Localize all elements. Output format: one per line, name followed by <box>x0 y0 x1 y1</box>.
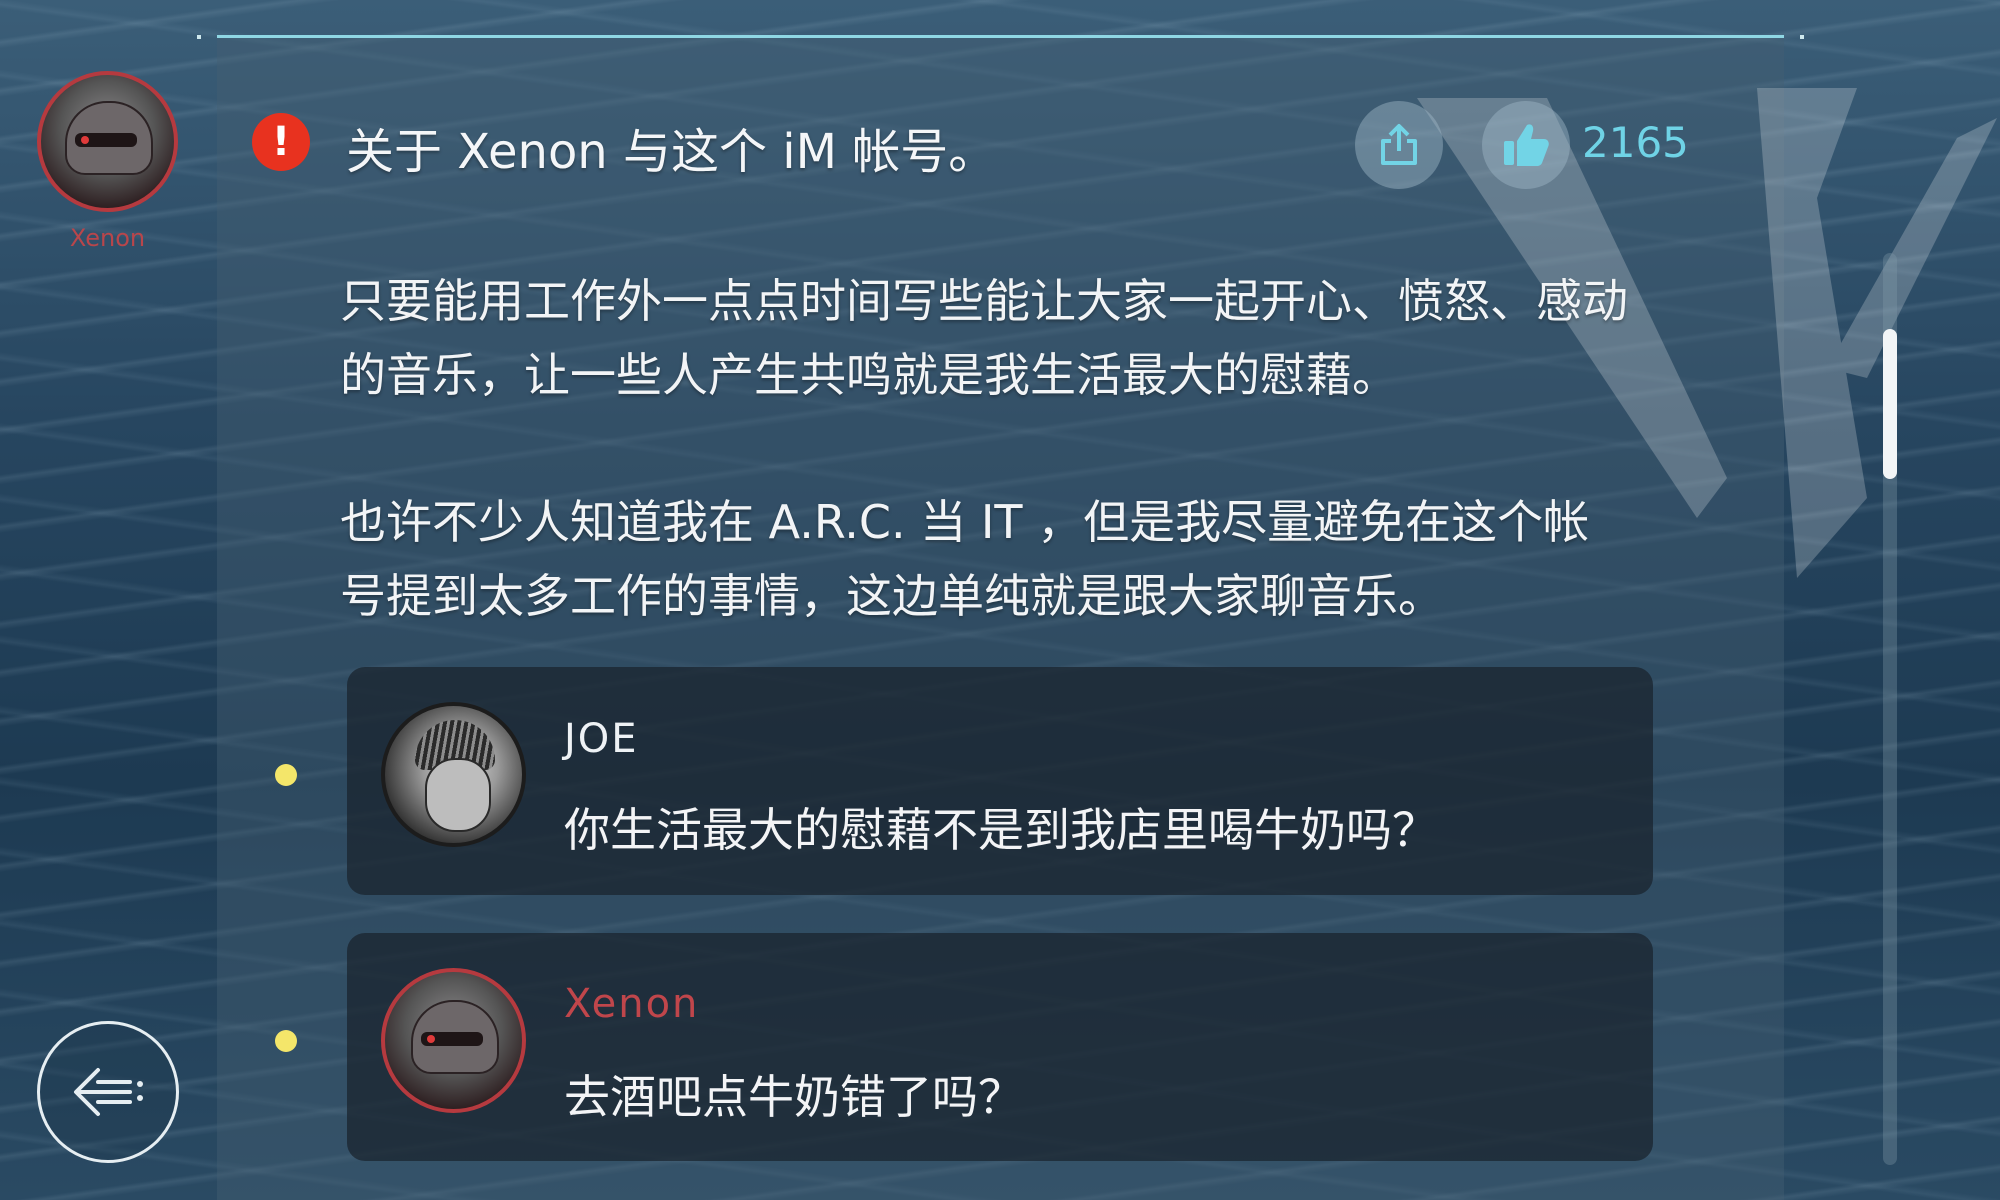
unread-dot <box>275 1030 297 1052</box>
like-button[interactable] <box>1482 101 1570 189</box>
back-arrow-icon <box>74 1068 143 1116</box>
post-title: 关于 Xenon 与这个 iM 帐号。 <box>346 124 997 180</box>
share-button[interactable] <box>1355 101 1443 189</box>
commenter-name: JOE <box>564 716 639 762</box>
frame-corner-left <box>197 35 201 39</box>
post-paragraph: 也许不少人知道我在 A.R.C. 当 IT ，但是我尽量避免在这个帐号提到太多工… <box>340 495 1590 623</box>
author-name: Xenon <box>69 224 146 252</box>
avatar-face <box>425 758 491 832</box>
panel-top-border <box>217 35 1784 38</box>
commenter-name: Xenon <box>564 981 700 1027</box>
share-icon <box>1381 124 1417 165</box>
comment-card <box>347 667 1653 895</box>
scrollbar-thumb[interactable] <box>1883 329 1897 479</box>
post-screen: Xenon ! 关于 Xenon 与这个 iM 帐号。 2165 只要能用工作外… <box>0 0 2000 1200</box>
visor-eye <box>81 136 89 144</box>
comment-text: 你生活最大的慰藉不是到我店里喝牛奶吗？ <box>564 803 1438 857</box>
commenter-avatar[interactable] <box>381 968 526 1113</box>
frame-corner-right <box>1800 35 1804 39</box>
post-paragraph: 只要能用工作外一点点时间写些能让大家一起开心、愤怒、感动的音乐，让一些人产生共鸣… <box>340 274 1628 402</box>
commenter-avatar[interactable] <box>381 702 526 847</box>
unread-dot <box>275 764 297 786</box>
like-count: 2165 <box>1582 118 1689 167</box>
visor-eye <box>427 1035 435 1043</box>
author-avatar[interactable] <box>37 71 178 212</box>
back-button[interactable] <box>37 1021 179 1163</box>
comment-text: 去酒吧点牛奶错了吗？ <box>564 1070 1024 1124</box>
exclamation-icon: ! <box>252 113 310 171</box>
thumbs-up-icon <box>1504 124 1549 166</box>
